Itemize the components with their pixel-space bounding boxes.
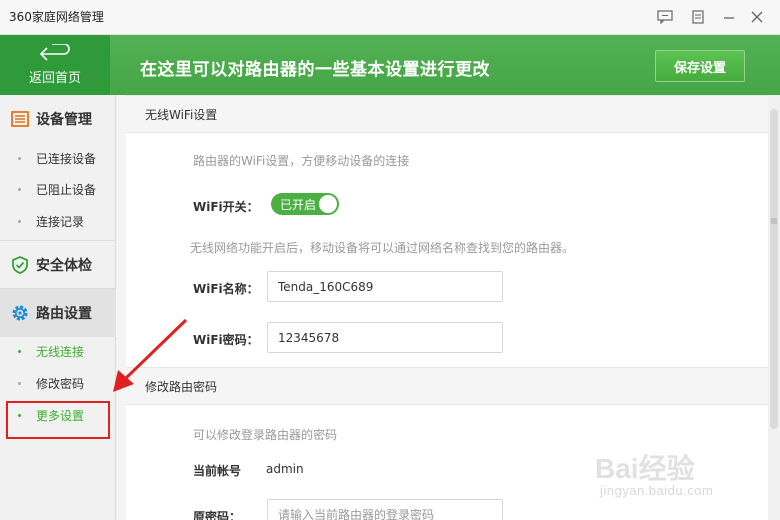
app-title: 360家庭网络管理: [9, 10, 104, 24]
wifi-hint-text: 路由器的WiFi设置，方便移动设备的连接: [193, 154, 410, 168]
content-scrollbar[interactable]: [768, 95, 780, 520]
wifi-switch-toggle[interactable]: 已开启: [271, 193, 339, 215]
wifi-switch-hint: 无线网络功能开启后，移动设备将可以通过网络名称查找到您的路由器。: [190, 241, 575, 255]
sidebar-item-label: 已连接设备: [36, 151, 97, 166]
sidebar-section-label: 安全体检: [36, 258, 92, 274]
title-bar: 360家庭网络管理: [0, 0, 780, 35]
sidebar-item-label: 无线连接: [36, 344, 85, 359]
bullet-dot: [18, 156, 21, 160]
toggle-knob: [319, 195, 337, 213]
router-password-hint: 可以修改登录路由器的密码: [193, 428, 338, 442]
wifi-name-label: WiFi名称：: [193, 282, 259, 296]
close-icon[interactable]: [746, 6, 768, 28]
sidebar-item-blocked-devices[interactable]: 已阻止设备: [0, 175, 116, 203]
sidebar-section-device-management[interactable]: 设备管理: [0, 95, 116, 143]
menu-icon[interactable]: [687, 6, 709, 28]
sidebar-section-label: 路由设置: [36, 306, 92, 322]
sidebar-item-label: 已阻止设备: [36, 182, 97, 197]
page-title: 在这里可以对路由器的一些基本设置进行更改: [140, 60, 490, 80]
old-password-input[interactable]: [267, 499, 503, 520]
device-list-icon: [10, 109, 30, 129]
minimize-icon[interactable]: [718, 6, 740, 28]
sidebar-item-label: 连接记录: [36, 214, 85, 229]
wifi-switch-state: 已开启: [280, 197, 317, 212]
sidebar: 设备管理 已连接设备 已阻止设备 连接记录 安全体检 路由设置 无线连接 修改密…: [0, 95, 116, 520]
sidebar-item-wireless[interactable]: 无线连接: [0, 337, 116, 365]
current-account-value: admin: [266, 462, 304, 476]
sidebar-item-connected-devices[interactable]: 已连接设备: [0, 144, 116, 172]
section-heading-router-password: 修改路由密码: [126, 367, 768, 405]
scrollbar-thumb[interactable]: [770, 109, 778, 429]
bullet-dot: [18, 381, 21, 385]
sidebar-item-change-password[interactable]: 修改密码: [0, 369, 116, 397]
gear-icon: [10, 303, 30, 323]
bullet-dot: [18, 219, 21, 223]
sidebar-section-security-check[interactable]: 安全体检: [0, 241, 116, 289]
sidebar-item-label: 修改密码: [36, 376, 85, 391]
old-password-label: 原密码：: [193, 510, 242, 520]
bullet-dot: [18, 349, 21, 353]
shield-check-icon: [10, 255, 30, 275]
wifi-name-input[interactable]: [267, 271, 503, 302]
wifi-switch-label: WiFi开关：: [193, 200, 259, 214]
sidebar-scroll-gutter: [116, 95, 126, 520]
back-arrow-icon: [39, 44, 70, 61]
scroll-grip-icon: [771, 218, 777, 224]
header-bar: 返回首页 在这里可以对路由器的一些基本设置进行更改 保存设置: [0, 35, 780, 95]
sidebar-section-label: 设备管理: [36, 112, 92, 128]
back-home-button[interactable]: 返回首页: [0, 35, 110, 95]
save-settings-button[interactable]: 保存设置: [655, 50, 745, 82]
section-heading-wifi: 无线WiFi设置: [126, 95, 768, 133]
current-account-label: 当前帐号: [193, 464, 242, 478]
annotation-highlight-box: [6, 401, 110, 439]
sidebar-section-router-settings[interactable]: 路由设置: [0, 289, 116, 337]
feedback-icon[interactable]: [654, 6, 676, 28]
wifi-password-label: WiFi密码：: [193, 333, 259, 347]
bullet-dot: [18, 187, 21, 191]
back-home-label: 返回首页: [28, 71, 81, 86]
sidebar-item-connection-log[interactable]: 连接记录: [0, 207, 116, 235]
settings-panel: 无线WiFi设置 路由器的WiFi设置，方便移动设备的连接 WiFi开关： 已开…: [126, 95, 768, 520]
wifi-password-input[interactable]: [267, 322, 503, 353]
